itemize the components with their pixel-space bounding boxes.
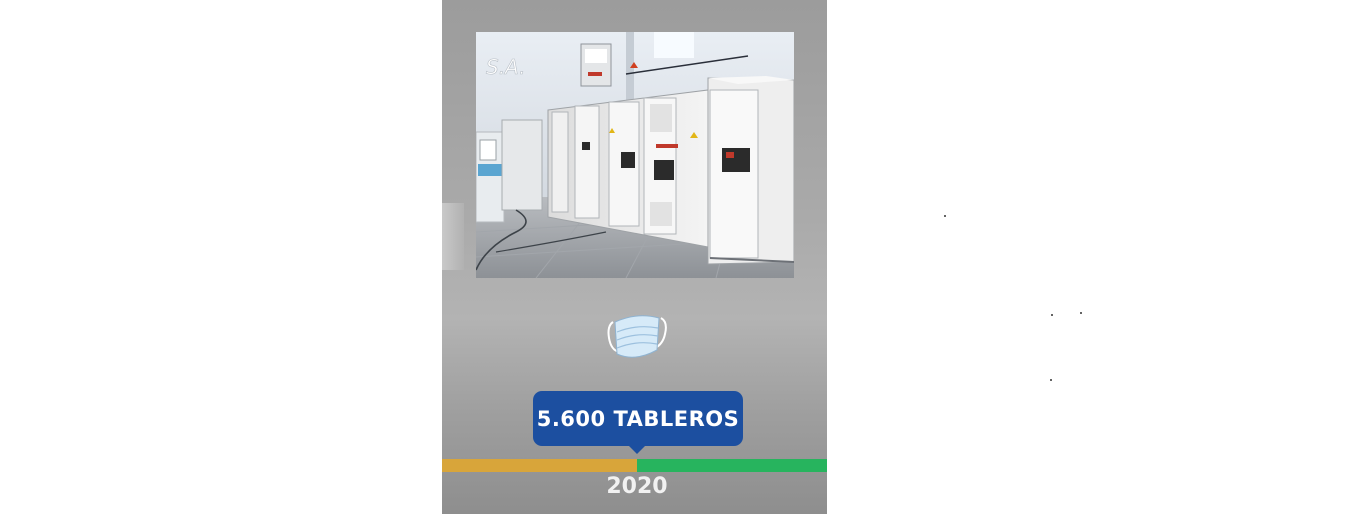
timeline-slide: S.A. 5.600 TABLEROS 2020 [442,0,827,514]
page: S.A. 5.600 TABLEROS 2020 [0,0,1360,514]
stray-dot [1051,314,1053,316]
timeline-past-segment [442,459,637,472]
stray-dot [1050,379,1052,381]
switchboard-photo: S.A. [476,32,794,278]
timeline-current-segment [637,459,827,472]
previous-slide-edge[interactable] [442,203,464,270]
boards-count-badge: 5.600 TABLEROS [533,391,743,446]
stray-dot [944,215,946,217]
stray-dot [1080,312,1082,314]
timeline-year-label: 2020 [606,474,668,499]
face-mask-icon [605,310,669,366]
badge-pointer [628,445,646,454]
wall-sign-text: S.A. [486,55,525,79]
